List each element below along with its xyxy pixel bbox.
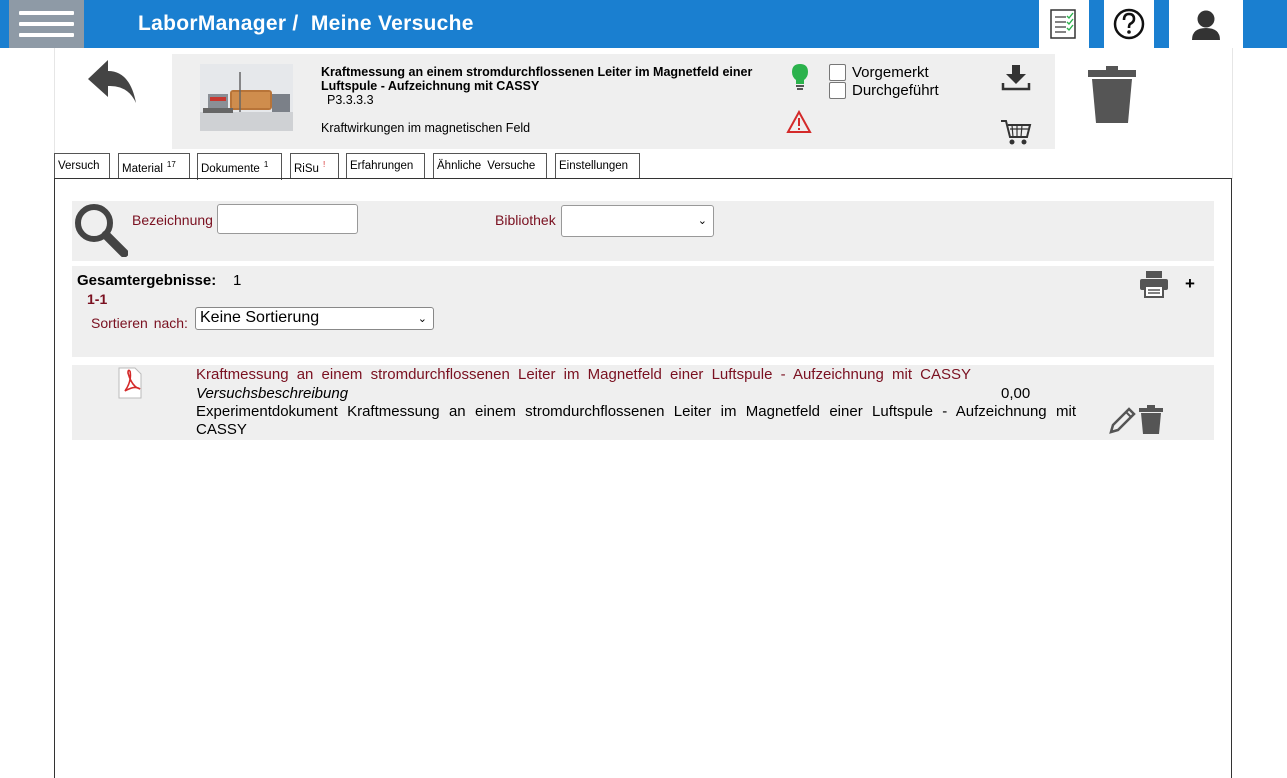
cart-button[interactable] [1000,118,1032,146]
experiment-title: Kraftmessung an einem stromdurchflossene… [321,65,753,93]
tab-material[interactable]: Material 17 [118,153,190,179]
trash-icon [1139,405,1163,434]
vorgemerkt-checkbox[interactable]: Vorgemerkt [829,64,929,81]
back-arrow-icon [88,60,136,103]
menu-button[interactable] [9,0,84,48]
tab-label: RiSu [294,163,319,175]
download-button[interactable] [1001,63,1031,91]
tab-label: Versuch [58,160,100,172]
checkbox-box[interactable] [829,64,846,81]
back-button[interactable] [86,55,140,107]
printer-icon [1140,271,1168,298]
menu-icon-bar [19,22,74,26]
tab-label: Einstellungen [559,160,629,172]
search-icon [75,204,129,258]
cart-icon [1001,120,1032,145]
bibliothek-select[interactable]: ⌄ [561,205,714,237]
checklist-icon [1050,9,1076,39]
app-title: LaborManager / Meine Versuche [138,12,474,35]
tab-risu[interactable]: RiSu! [290,153,339,179]
chevron-down-icon: ⌄ [697,214,707,227]
trash-icon [1088,66,1136,123]
bezeichnung-label: Bezeichnung [132,212,213,228]
durchgefuehrt-label: Durchgeführt [852,82,939,99]
help-button[interactable] [1104,0,1154,48]
tab-einstellungen[interactable]: Einstellungen [555,153,640,179]
menu-icon [19,11,74,15]
top-bar: LaborManager / Meine Versuche [0,0,1287,48]
tab-badge: 1 [263,160,269,169]
menu-icon-bar [19,33,74,37]
checkbox-box[interactable] [829,82,846,99]
checklist-button[interactable] [1039,0,1089,48]
edit-document-button[interactable] [1108,405,1138,435]
tab-erfahrungen[interactable]: Erfahrungen [346,153,425,179]
lightbulb-icon[interactable] [790,63,810,91]
bibliothek-label: Bibliothek [495,212,556,228]
experiment-code: P3.3.3.3 [327,93,374,107]
tab-label: Material [122,163,163,175]
durchgefuehrt-checkbox[interactable]: Durchgeführt [829,82,939,99]
tab-versuch[interactable]: Versuch [54,153,110,179]
tab-badge: ! [322,160,326,169]
experiment-topic: Kraftwirkungen im magnetischen Feld [321,121,531,135]
user-button[interactable] [1169,0,1243,48]
sort-select[interactable]: Keine Sortierung ⌄ [195,307,434,330]
add-button[interactable]: + [1185,274,1195,294]
document-title-link[interactable]: Kraftmessung an einem stromdurchflossene… [196,366,1011,383]
sort-label: Sortieren nach: [91,315,188,331]
total-results-label: Gesamtergebnisse: [77,272,217,289]
tab-label: Erfahrungen [350,160,414,172]
tab-label: Dokumente [201,163,260,175]
tab-dokumente[interactable]: Dokumente 1 [197,153,282,180]
tab-label: Ähnliche Versuche [437,160,536,172]
chevron-down-icon: ⌄ [417,312,427,325]
user-icon [1192,10,1220,40]
document-price: 0,00 [1001,385,1031,402]
result-range: 1-1 [87,291,108,307]
sort-value: Keine Sortierung [200,309,320,326]
delete-document-button[interactable] [1138,405,1164,435]
tab-badge: 17 [166,160,176,169]
edit-icon [1109,407,1136,434]
download-icon [1001,65,1031,91]
tab-aehnliche-versuche[interactable]: Ähnliche Versuche [433,153,547,179]
total-results-value: 1 [233,272,242,289]
delete-experiment-button[interactable] [1086,66,1138,124]
search-button[interactable] [72,201,129,258]
pdf-icon[interactable] [116,367,144,399]
help-icon [1113,8,1145,40]
print-button[interactable] [1139,270,1169,298]
experiment-image [200,64,293,131]
document-description: Experimentdokument Kraftmessung an einem… [196,403,1076,438]
experiment-thumbnail[interactable] [200,64,293,131]
vorgemerkt-label: Vorgemerkt [852,64,929,81]
document-type: Versuchsbeschreibung [196,385,349,402]
warning-icon[interactable] [786,109,812,134]
bezeichnung-input[interactable] [217,204,358,234]
